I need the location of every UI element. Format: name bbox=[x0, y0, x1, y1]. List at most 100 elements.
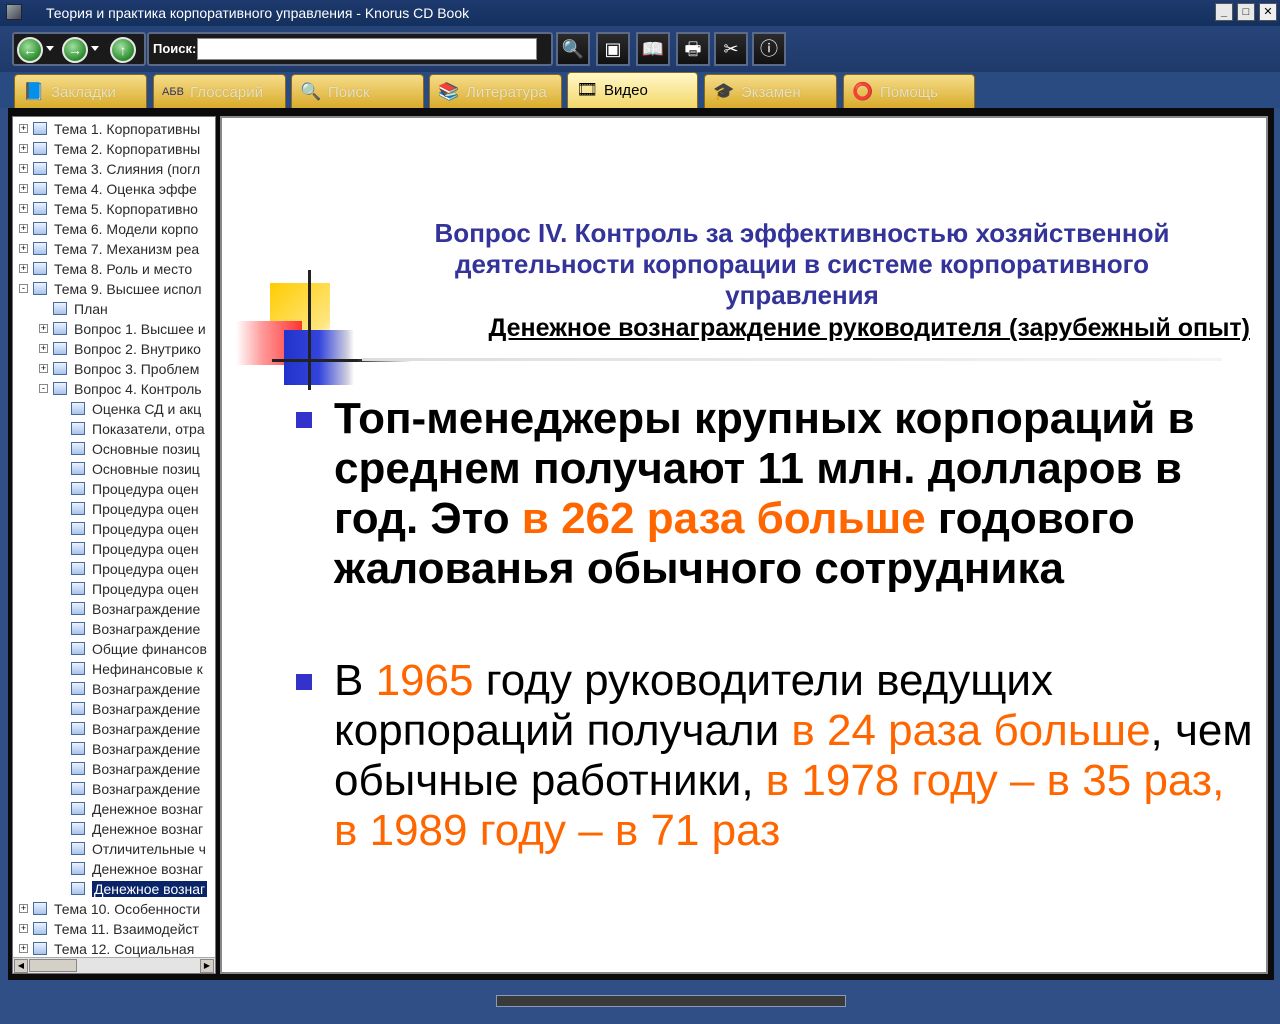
tree-topic[interactable]: + Тема 12. Социальная bbox=[13, 939, 215, 959]
bottom-scrollbar[interactable] bbox=[496, 995, 846, 1007]
tree-item[interactable]: Показатели, отра bbox=[13, 419, 215, 439]
tree-question[interactable]: + Вопрос 3. Проблем bbox=[13, 359, 215, 379]
tree-item[interactable]: Оценка СД и акц bbox=[13, 399, 215, 419]
expand-icon[interactable]: + bbox=[19, 224, 28, 233]
expand-icon[interactable]: + bbox=[19, 904, 28, 913]
collapse-icon[interactable]: - bbox=[39, 384, 48, 393]
tree-topic[interactable]: + Тема 5. Корпоративно bbox=[13, 199, 215, 219]
tree-item[interactable]: Процедура оцен bbox=[13, 539, 215, 559]
tree-label: Процедура оцен bbox=[92, 521, 199, 537]
tree-item[interactable]: Процедура оцен bbox=[13, 559, 215, 579]
tree-item[interactable]: Процедура оцен bbox=[13, 479, 215, 499]
tree-label: Вознаграждение bbox=[92, 781, 201, 797]
forward-dropdown-icon[interactable] bbox=[91, 46, 99, 52]
expand-icon[interactable]: + bbox=[19, 184, 28, 193]
expand-icon[interactable]: + bbox=[19, 264, 28, 273]
tree-item[interactable]: Вознаграждение bbox=[13, 739, 215, 759]
forward-button[interactable]: → bbox=[62, 37, 88, 63]
tree-item[interactable]: Денежное вознаг bbox=[13, 819, 215, 839]
tree-item[interactable]: Отличительные ч bbox=[13, 839, 215, 859]
bookmark-button[interactable]: 📖 bbox=[636, 32, 670, 66]
tree-label: Процедура оцен bbox=[92, 541, 199, 557]
tree-topic[interactable]: + Тема 3. Слияния (погл bbox=[13, 159, 215, 179]
expand-icon[interactable]: + bbox=[19, 144, 28, 153]
search-group: Поиск: bbox=[147, 32, 553, 66]
expand-icon[interactable]: + bbox=[19, 164, 28, 173]
tree-item[interactable]: Основные позиц bbox=[13, 459, 215, 479]
find-button[interactable]: 🔍 bbox=[556, 32, 590, 66]
tree-topic[interactable]: + Тема 2. Корпоративны bbox=[13, 139, 215, 159]
scroll-left-icon[interactable]: ◀ bbox=[14, 959, 28, 973]
expand-icon[interactable]: + bbox=[39, 344, 48, 353]
print-button[interactable]: 🖶 bbox=[676, 32, 710, 66]
page-icon bbox=[71, 402, 85, 415]
tree-item[interactable]: Основные позиц bbox=[13, 439, 215, 459]
tree-label: Вознаграждение bbox=[92, 701, 201, 717]
expand-icon[interactable]: + bbox=[19, 124, 28, 133]
maximize-button[interactable]: □ bbox=[1237, 3, 1255, 21]
tree-item[interactable]: Вознаграждение bbox=[13, 679, 215, 699]
expand-icon[interactable]: + bbox=[19, 924, 28, 933]
frame-button[interactable]: ▣ bbox=[596, 32, 630, 66]
tree-item[interactable]: Вознаграждение bbox=[13, 699, 215, 719]
back-dropdown-icon[interactable] bbox=[46, 46, 54, 52]
folder-page-icon bbox=[33, 282, 47, 295]
tree-question[interactable]: + Вопрос 1. Высшее и bbox=[13, 319, 215, 339]
expand-icon[interactable]: + bbox=[39, 364, 48, 373]
tree-item[interactable]: Процедура оцен bbox=[13, 579, 215, 599]
tree-topic[interactable]: + Тема 11. Взаимодейст bbox=[13, 919, 215, 939]
back-button[interactable]: ← bbox=[17, 37, 43, 63]
tree-item[interactable]: Денежное вознаг bbox=[13, 859, 215, 879]
close-button[interactable]: ✕ bbox=[1259, 3, 1277, 21]
tab-video[interactable]: 🎞 Видео bbox=[567, 72, 698, 108]
tab-exam[interactable]: 🎓 Экзамен bbox=[704, 74, 837, 108]
content-pane: Вопрос IV. Контроль за эффективностью хо… bbox=[220, 116, 1268, 974]
scroll-thumb[interactable] bbox=[29, 959, 77, 972]
tab-help[interactable]: ⭕ Помощь bbox=[843, 74, 975, 108]
page-icon bbox=[71, 782, 85, 795]
page-icon bbox=[71, 502, 85, 515]
tree-topic[interactable]: + Тема 10. Особенности bbox=[13, 899, 215, 919]
tree-horizontal-scrollbar[interactable]: ◀ ▶ bbox=[13, 957, 215, 973]
tree-item[interactable]: Вознаграждение bbox=[13, 719, 215, 739]
tab-search[interactable]: 🔍 Поиск bbox=[291, 74, 424, 108]
bullet-2-year-1965: 1965 bbox=[375, 656, 474, 705]
page-icon bbox=[71, 662, 85, 675]
tree-item[interactable]: Денежное вознаг bbox=[13, 879, 215, 899]
up-button[interactable]: ↑ bbox=[110, 37, 136, 63]
tree-topic[interactable]: + Тема 8. Роль и место bbox=[13, 259, 215, 279]
tree-item[interactable]: Нефинансовые к bbox=[13, 659, 215, 679]
expand-icon[interactable]: + bbox=[19, 944, 28, 953]
tree-item[interactable]: Процедура оцен bbox=[13, 519, 215, 539]
tree-question[interactable]: - Вопрос 4. Контроль bbox=[13, 379, 215, 399]
tree-question[interactable]: План bbox=[13, 299, 215, 319]
tree-topic[interactable]: + Тема 1. Корпоративны bbox=[13, 119, 215, 139]
tab-literature[interactable]: 📚 Литература bbox=[429, 74, 562, 108]
tree-topic[interactable]: - Тема 9. Высшее испол bbox=[13, 279, 215, 299]
tree-question[interactable]: + Вопрос 2. Внутрико bbox=[13, 339, 215, 359]
tree-item[interactable]: Вознаграждение bbox=[13, 759, 215, 779]
expand-icon[interactable]: + bbox=[19, 244, 28, 253]
tree-item[interactable]: Вознаграждение bbox=[13, 599, 215, 619]
tree-item[interactable]: Процедура оцен bbox=[13, 499, 215, 519]
tab-glossary[interactable]: АБВ Глоссарий bbox=[153, 74, 286, 108]
tree-topic[interactable]: + Тема 6. Модели корпо bbox=[13, 219, 215, 239]
collapse-icon[interactable]: - bbox=[19, 284, 28, 293]
tree-item[interactable]: Денежное вознаг bbox=[13, 799, 215, 819]
expand-icon[interactable]: + bbox=[19, 204, 28, 213]
tree-label: Процедура оцен bbox=[92, 481, 199, 497]
info-button[interactable]: ⓘ bbox=[752, 32, 786, 66]
tree-item[interactable]: Вознаграждение bbox=[13, 779, 215, 799]
search-input[interactable] bbox=[197, 38, 537, 60]
tree-topic[interactable]: + Тема 4. Оценка эффе bbox=[13, 179, 215, 199]
settings-button[interactable]: ✂ bbox=[714, 32, 748, 66]
tab-bookmarks[interactable]: 📘 Закладки bbox=[14, 74, 147, 108]
tree-topic[interactable]: + Тема 7. Механизм реа bbox=[13, 239, 215, 259]
scroll-right-icon[interactable]: ▶ bbox=[200, 959, 214, 973]
contents-tree[interactable]: + Тема 1. Корпоративны + Тема 2. Корпоратив… bbox=[12, 116, 216, 974]
tree-item[interactable]: Вознаграждение bbox=[13, 619, 215, 639]
app-icon[interactable] bbox=[6, 4, 22, 20]
minimize-button[interactable]: _ bbox=[1215, 3, 1233, 21]
expand-icon[interactable]: + bbox=[39, 324, 48, 333]
tree-item[interactable]: Общие финансов bbox=[13, 639, 215, 659]
